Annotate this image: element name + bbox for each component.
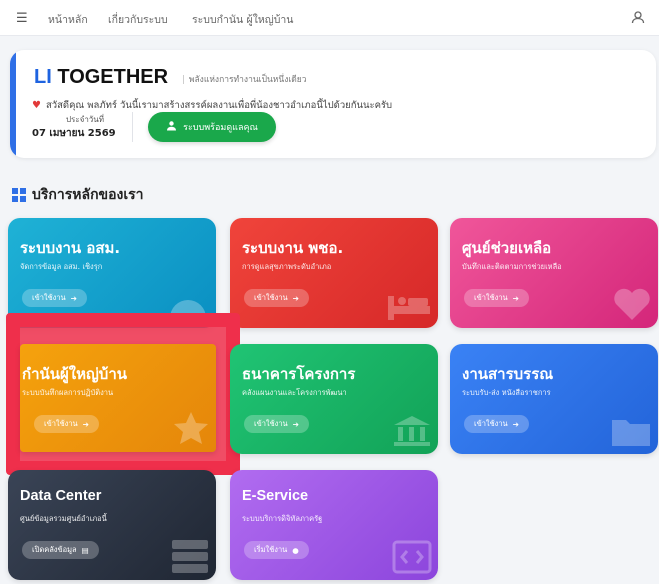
arrow-right-icon: ➔: [292, 293, 299, 303]
card-subtitle: บันทึกและติดตามการช่วยเหลือ: [462, 262, 562, 271]
open-data-button[interactable]: เปิดคลังข้อมูล ▤: [22, 541, 99, 559]
brand-tagline: พลังแห่งการทำงานเป็นหนึ่งเดียว: [182, 72, 307, 86]
enter-button-label: เข้าใช้งาน: [474, 293, 508, 302]
service-card-osm[interactable]: ระบบงาน อสม. จัดการข้อมูล อสม. เชิงรุก เ…: [8, 218, 216, 328]
star-icon: [174, 412, 208, 444]
accent-bar: [10, 50, 16, 158]
folder-icon: [612, 420, 650, 446]
enter-button-label: เข้าใช้งาน: [32, 293, 66, 302]
card-subtitle: ระบบบันทึกผลการปฏิบัติงาน: [22, 388, 114, 397]
service-card-documents[interactable]: งานสารบรรณ ระบบรับ-ส่ง หนังสือราชการ เข้…: [450, 344, 658, 454]
card-subtitle: ระบบรับ-ส่ง หนังสือราชการ: [462, 388, 551, 397]
bed-icon: [388, 296, 430, 320]
card-subtitle: จัดการข้อมูล อสม. เชิงรุก: [20, 262, 103, 271]
service-card-project-bank[interactable]: ธนาคารโครงการ คลังแผนงานและโครงการพัฒนา …: [230, 344, 438, 454]
divider: [132, 112, 133, 142]
enter-button[interactable]: เข้าใช้งาน ➔: [34, 415, 99, 433]
card-subtitle: ระบบบริการดิจิทัลภาครัฐ: [242, 514, 323, 523]
arrow-right-icon: ➔: [292, 419, 299, 429]
enter-button-label: เข้าใช้งาน: [44, 419, 78, 428]
card-title: ระบบงาน อสม.: [20, 239, 121, 257]
card-title: ระบบงาน พชอ.: [242, 239, 344, 257]
section-title: บริการหลักของเรา: [32, 187, 144, 203]
arrow-right-icon: ➔: [82, 419, 89, 429]
section-header: บริการหลักของเรา: [12, 184, 144, 206]
service-card-help-center[interactable]: ศูนย์ช่วยเหลือ บันทึกและติดตามการช่วยเหล…: [450, 218, 658, 328]
card-title: ธนาคารโครงการ: [242, 365, 356, 383]
nav-link-village-heads[interactable]: ระบบกำนัน ผู้ใหญ่บ้าน: [192, 11, 293, 28]
enter-button[interactable]: เข้าใช้งาน ➔: [464, 415, 529, 433]
nav-link-home[interactable]: หน้าหลัก: [48, 11, 88, 28]
menu-icon[interactable]: ☰: [16, 11, 28, 26]
bank-icon: [394, 416, 430, 446]
arrow-right-icon: ➔: [512, 419, 519, 429]
open-data-button-label: เปิดคลังข้อมูล: [32, 545, 77, 554]
card-subtitle: ศูนย์ข้อมูลรวมศูนย์อำเภอนี้: [20, 514, 107, 523]
ready-button-label: ระบบพร้อมดูแลคุณ: [183, 123, 258, 133]
card-title: กำนันผู้ใหญ่บ้าน: [22, 365, 127, 383]
start-button[interactable]: เริ่มใช้งาน ●: [244, 541, 309, 559]
grid-icon: [12, 188, 26, 202]
card-subtitle: คลังแผนงานและโครงการพัฒนา: [242, 388, 347, 397]
card-title: Data Center: [20, 488, 102, 504]
hand-icon: ●: [292, 545, 299, 555]
nav-link-about[interactable]: เกี่ยวกับระบบ: [108, 11, 168, 28]
enter-button[interactable]: เข้าใช้งาน ➔: [244, 415, 309, 433]
service-card-village-heads[interactable]: กำนันผู้ใหญ่บ้าน ระบบบันทึกผลการปฏิบัติง…: [20, 344, 216, 452]
enter-button[interactable]: เข้าใช้งาน ➔: [244, 289, 309, 307]
arrow-right-icon: ➔: [70, 293, 77, 303]
server-icon: [172, 540, 208, 573]
top-navbar: ☰ หน้าหลัก เกี่ยวกับระบบ ระบบกำนัน ผู้ให…: [0, 0, 659, 36]
date-label: ประจำวันที่: [65, 115, 105, 124]
card-title: งานสารบรรณ: [462, 365, 554, 383]
brand-name: TOGETHER: [51, 66, 169, 88]
card-title: ศูนย์ช่วยเหลือ: [462, 239, 552, 257]
enter-button[interactable]: เข้าใช้งาน ➔: [464, 289, 529, 307]
arrow-right-icon: ➔: [512, 293, 519, 303]
enter-button[interactable]: เข้าใช้งาน ➔: [22, 289, 87, 307]
enter-button-label: เข้าใช้งาน: [474, 419, 508, 428]
service-card-data-center[interactable]: Data Center ศูนย์ข้อมูลรวมศูนย์อำเภอนี้ …: [8, 470, 216, 580]
card-title: E-Service: [242, 488, 309, 504]
greeting-message: สวัสดีคุณ พลภัทร์ วันนี้เรามาสร้างสรรค์ผ…: [45, 100, 393, 111]
server-small-icon: ▤: [81, 545, 89, 555]
card-subtitle: การดูแลสุขภาพระดับอำเภอ: [242, 262, 332, 271]
brand-prefix: LI: [34, 66, 52, 88]
brand-logo: LI TOGETHER: [34, 66, 168, 89]
code-window-icon: [392, 540, 432, 574]
start-button-label: เริ่มใช้งาน: [254, 545, 288, 554]
ready-to-serve-button[interactable]: ระบบพร้อมดูแลคุณ: [148, 112, 276, 142]
welcome-card: LI TOGETHER พลังแห่งการทำงานเป็นหนึ่งเดี…: [10, 50, 656, 158]
heart-icon: [614, 288, 650, 320]
heart-icon: ♥: [32, 100, 41, 111]
greeting-text: ♥ สวัสดีคุณ พลภัทร์ วันนี้เรามาสร้างสรรค์…: [32, 98, 392, 113]
enter-button-label: เข้าใช้งาน: [254, 419, 288, 428]
service-card-pchor[interactable]: ระบบงาน พชอ. การดูแลสุขภาพระดับอำเภอ เข้…: [230, 218, 438, 328]
enter-button-label: เข้าใช้งาน: [254, 293, 288, 302]
user-icon[interactable]: [631, 9, 645, 28]
support-icon: [166, 120, 177, 134]
current-date: 07 เมษายน 2569: [32, 128, 116, 139]
service-card-e-service[interactable]: E-Service ระบบบริการดิจิทัลภาครัฐ เริ่มใ…: [230, 470, 438, 580]
